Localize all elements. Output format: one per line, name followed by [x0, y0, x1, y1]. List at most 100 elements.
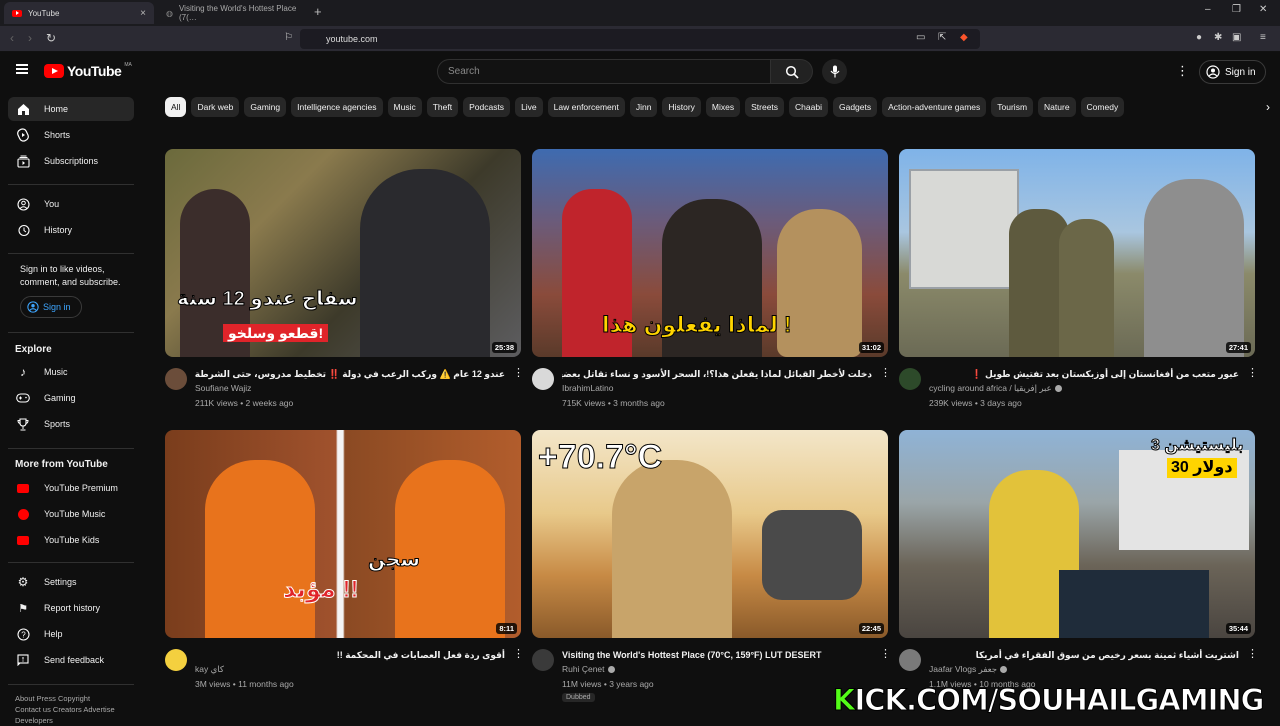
sidebar-item-home[interactable]: Home: [8, 97, 134, 121]
wallet-icon[interactable]: ▣: [1232, 32, 1241, 43]
close-window-button[interactable]: ✕: [1259, 4, 1267, 15]
video-meta: 211K views • 2 weeks ago: [195, 398, 294, 408]
settings-kebab-icon[interactable]: ⋮: [1176, 64, 1189, 77]
video-thumbnail[interactable]: 27:41: [899, 149, 1255, 357]
maximize-button[interactable]: ❐: [1232, 4, 1241, 15]
cast-icon[interactable]: ▭: [916, 32, 925, 43]
sidebar-item-subscriptions[interactable]: Subscriptions: [8, 149, 134, 173]
tab-youtube[interactable]: YouTube ×: [4, 2, 154, 24]
url-field[interactable]: youtube.com: [300, 29, 980, 49]
channel-name[interactable]: Jaafar Vlogs جعفر: [929, 664, 1007, 675]
sidebar-item-gaming[interactable]: Gaming: [8, 386, 134, 410]
chip-comedy[interactable]: Comedy: [1080, 97, 1125, 117]
chip-live[interactable]: Live: [515, 97, 543, 117]
extensions-icon[interactable]: ✱: [1214, 32, 1222, 43]
video-title[interactable]: أقوى ردة فعل العصابات في المحكمة !!: [195, 649, 505, 662]
chip-theft[interactable]: Theft: [426, 97, 459, 117]
video-thumbnail[interactable]: سفاح عندو 12 سنة قطعو وسلخو! 25:38: [165, 149, 521, 357]
video-title[interactable]: عندو 12 عام ⚠️ وركب الرعب في دولة ‼️ تخط…: [195, 368, 505, 381]
minimize-button[interactable]: –: [1205, 4, 1211, 15]
channel-avatar[interactable]: [165, 649, 187, 671]
tab-close-icon[interactable]: ×: [140, 8, 146, 19]
channel-avatar[interactable]: [532, 649, 554, 671]
chip-all[interactable]: All: [165, 97, 187, 117]
video-title[interactable]: اشتريت أشياء ثمينة بسعر رخيص من سوق الفق…: [929, 649, 1239, 662]
chip-mixes[interactable]: Mixes: [705, 97, 741, 117]
search-button[interactable]: [771, 59, 813, 84]
footer-links-3[interactable]: Developers: [15, 715, 135, 726]
youtube-logo[interactable]: YouTube MA: [44, 62, 132, 79]
sidebar-item-youtube-premium[interactable]: YouTube Premium: [8, 476, 134, 500]
chip-nature[interactable]: Nature: [1038, 97, 1076, 117]
video-thumbnail[interactable]: بليستيشن 3 30 دولار 35:44: [899, 430, 1255, 638]
extension-dot-icon[interactable]: ●: [1196, 32, 1202, 43]
chip-law-enforcement[interactable]: Law enforcement: [547, 97, 625, 117]
video-menu-kebab-icon[interactable]: ⋮: [1247, 649, 1258, 660]
chip-history[interactable]: History: [662, 97, 701, 117]
video-title[interactable]: عبور متعب من أفغانستان إلى أوزبكستان بعد…: [929, 368, 1239, 381]
sidebar-item-settings[interactable]: ⚙ Settings: [8, 570, 134, 594]
header-signin-button[interactable]: Sign in: [1199, 60, 1266, 84]
chip-gadgets[interactable]: Gadgets: [832, 97, 878, 117]
sidebar-item-help[interactable]: ? Help: [8, 622, 134, 646]
chip-dark-web[interactable]: Dark web: [191, 97, 240, 117]
video-thumbnail[interactable]: لماذا يفعلون هذا ! 31:02: [532, 149, 888, 357]
video-menu-kebab-icon[interactable]: ⋮: [880, 649, 891, 660]
video-menu-kebab-icon[interactable]: ⋮: [513, 649, 524, 660]
channel-avatar[interactable]: [532, 368, 554, 390]
channel-avatar[interactable]: [899, 368, 921, 390]
chip-gaming[interactable]: Gaming: [244, 97, 287, 117]
chip-chaabi[interactable]: Chaabi: [789, 97, 828, 117]
sidebar-divider: [8, 562, 134, 563]
sidebar-item-send-feedback[interactable]: Send feedback: [8, 648, 134, 672]
search-input[interactable]: Search: [437, 59, 771, 84]
back-icon[interactable]: ‹: [10, 31, 14, 45]
sidebar-item-youtube-kids[interactable]: YouTube Kids: [8, 528, 134, 552]
sidebar-divider: [8, 684, 134, 685]
video-title[interactable]: Visiting the World's Hottest Place (70°C…: [562, 649, 872, 662]
tab-hottest-place[interactable]: ◍ Visiting the World's Hottest Place (7(…: [158, 2, 306, 24]
sidebar: Home Shorts Subscriptions You History Si…: [0, 90, 148, 725]
video-menu-kebab-icon[interactable]: ⋮: [513, 368, 524, 379]
video-thumbnail[interactable]: +70.7°C 22:45: [532, 430, 888, 638]
channel-avatar[interactable]: [899, 649, 921, 671]
forward-icon[interactable]: ›: [28, 31, 32, 45]
video-title[interactable]: دخلت لأخطر القبائل لماذا يفعلن هذا؟!، ال…: [562, 368, 872, 381]
sidebar-item-sports[interactable]: Sports: [8, 412, 134, 436]
sidebar-item-report-history[interactable]: ⚑ Report history: [8, 596, 134, 620]
footer-links-1[interactable]: About Press Copyright: [15, 693, 135, 704]
sidebar-item-label: You: [44, 199, 60, 209]
voice-search-button[interactable]: [822, 59, 847, 84]
brave-shield-icon[interactable]: ◆: [960, 32, 968, 43]
sidebar-item-music[interactable]: ♪ Music: [8, 360, 134, 384]
video-menu-kebab-icon[interactable]: ⋮: [880, 368, 891, 379]
menu-icon[interactable]: ≡: [1260, 32, 1266, 43]
channel-name[interactable]: Ruhi Çenet: [562, 664, 615, 674]
chips-next-chevron-icon[interactable]: ›: [1240, 97, 1270, 119]
chip-podcasts[interactable]: Podcasts: [463, 97, 511, 117]
sidebar-item-youtube-music[interactable]: YouTube Music: [8, 502, 134, 526]
sidebar-item-history[interactable]: History: [8, 218, 134, 242]
chip-streets[interactable]: Streets: [745, 97, 785, 117]
bookmark-icon[interactable]: ⚐: [284, 32, 293, 43]
chip-intelligence-agencies[interactable]: Intelligence agencies: [291, 97, 383, 117]
sidebar-signin-button[interactable]: Sign in: [20, 296, 82, 318]
channel-avatar[interactable]: [165, 368, 187, 390]
new-tab-button[interactable]: +: [314, 4, 322, 19]
footer-links-2[interactable]: Contact us Creators Advertise: [15, 704, 135, 715]
chip-music[interactable]: Music: [387, 97, 422, 117]
chip-tourism[interactable]: Tourism: [991, 97, 1034, 117]
video-menu-kebab-icon[interactable]: ⋮: [1247, 368, 1258, 379]
channel-name[interactable]: Soufiane Wajiz: [195, 383, 251, 393]
chip-action-adventure-games[interactable]: Action-adventure games: [882, 97, 987, 117]
sidebar-item-shorts[interactable]: Shorts: [8, 123, 134, 147]
share-icon[interactable]: ⇱: [938, 32, 946, 43]
chip-jinn[interactable]: Jinn: [629, 97, 658, 117]
sidebar-item-you[interactable]: You: [8, 192, 134, 216]
hamburger-menu-icon[interactable]: [16, 64, 28, 74]
reload-icon[interactable]: ↻: [46, 31, 56, 45]
channel-name[interactable]: cycling around africa / عبر إفريقيا: [929, 383, 1062, 394]
video-thumbnail[interactable]: سجن مؤبد !! 8:11: [165, 430, 521, 638]
channel-name[interactable]: kay كاي: [195, 664, 224, 675]
channel-name[interactable]: IbrahimLatino: [562, 383, 614, 393]
